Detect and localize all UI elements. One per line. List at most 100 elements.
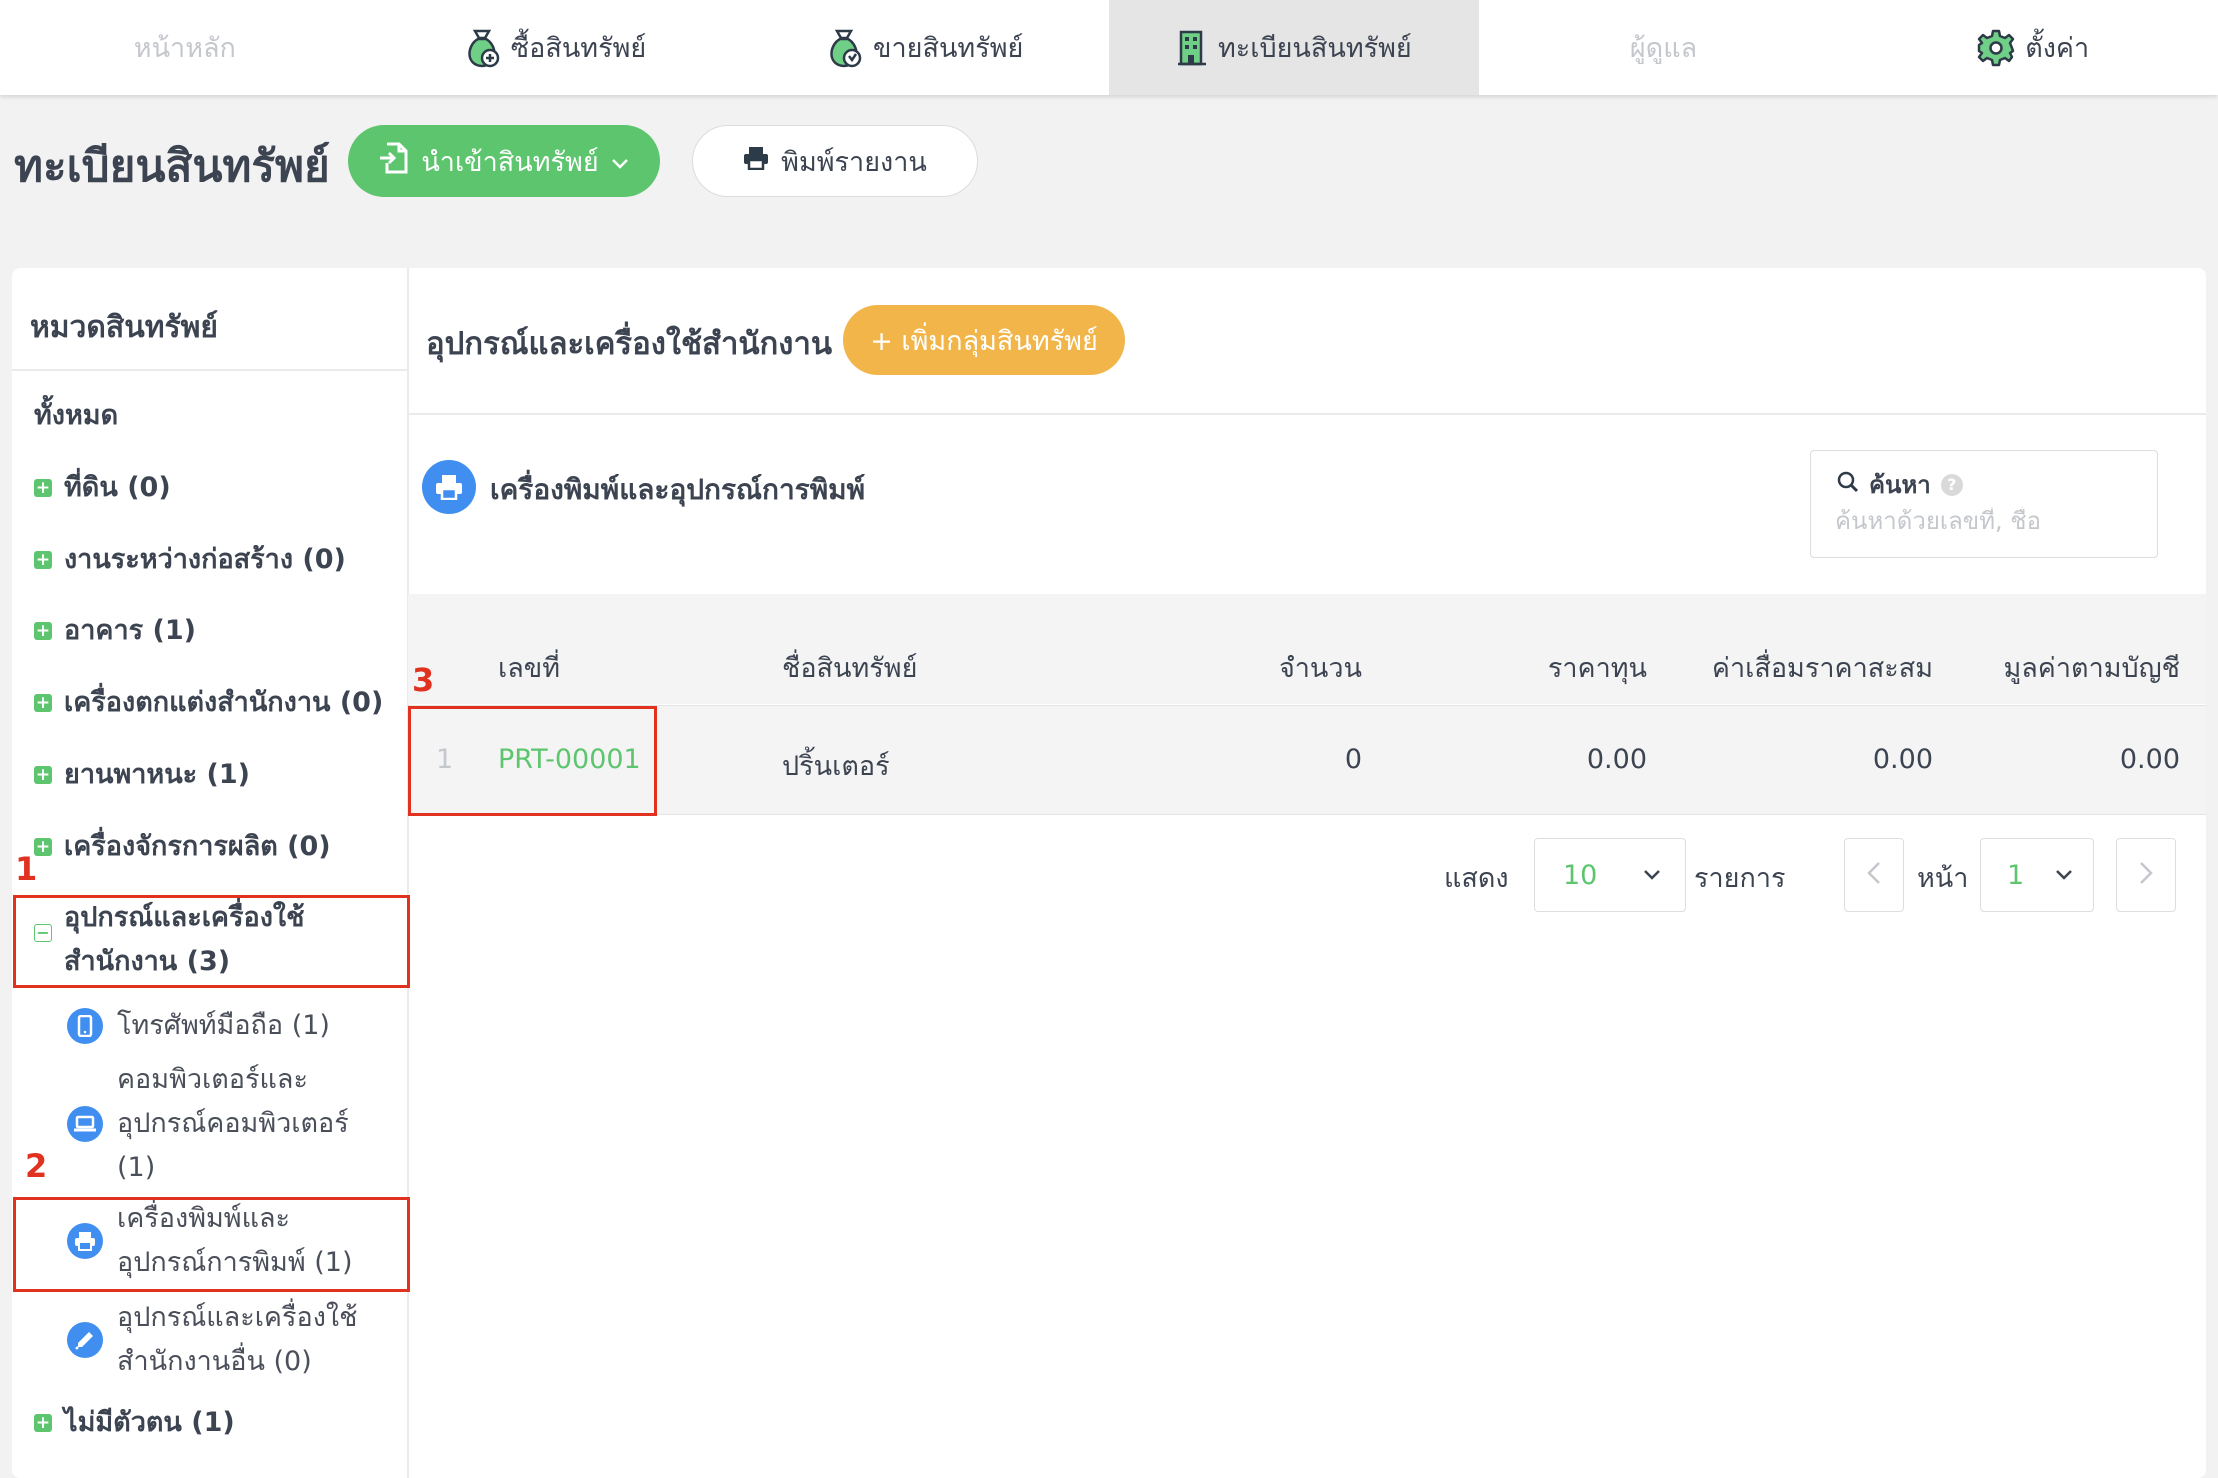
- page-number-select[interactable]: 1: [1980, 838, 2094, 912]
- subcategory-label-line1: อุปกรณ์และเครื่องใช้: [117, 1302, 358, 1333]
- chevron-right-icon: [2139, 858, 2153, 893]
- nav-settings[interactable]: ตั้งค่า: [1848, 0, 2218, 95]
- nav-custodian-label: ผู้ดูแล: [1629, 33, 1698, 64]
- category-all[interactable]: ทั้งหมด: [34, 394, 118, 438]
- sidebar-title: หมวดสินทรัพย์: [30, 310, 218, 345]
- money-bag-icon: [463, 27, 501, 69]
- chevron-down-icon: [2055, 866, 2073, 885]
- show-label: แสดง: [1444, 863, 1509, 894]
- subgroup-title: เครื่องพิมพ์และอุปกรณ์การพิมพ์: [490, 473, 866, 506]
- nav-buy-assets-label: ซื้อสินทรัพย์: [510, 33, 647, 64]
- subcategory-label: อุปกรณ์และเครื่องใช้ สำนักงานอื่น (0): [117, 1296, 357, 1384]
- category-construction-in-progress[interactable]: + งานระหว่างก่อสร้าง (0): [34, 538, 346, 582]
- page-number-value: 1: [2007, 859, 2025, 891]
- expand-plus-icon[interactable]: +: [34, 1414, 52, 1432]
- group-title: อุปกรณ์และเครื่องใช้สำนักงาน: [426, 326, 833, 362]
- annotation-box-1: [13, 895, 410, 988]
- category-label: ที่ดิน (0): [64, 472, 171, 503]
- nav-custodian[interactable]: ผู้ดูแล: [1479, 0, 1849, 95]
- table-row[interactable]: 1 PRT-00001 ปริ้นเตอร์ 0 0.00 0.00 0.00: [408, 705, 2206, 815]
- chevron-down-icon: [611, 146, 629, 177]
- category-label: ยานพาหนะ (1): [64, 759, 251, 790]
- column-header-accumulated-depreciation: ค่าเสื่อมราคาสะสม: [1711, 653, 1933, 684]
- building-icon: [1176, 29, 1208, 67]
- print-report-button[interactable]: พิมพ์รายงาน: [692, 125, 978, 197]
- laptop-icon: [67, 1106, 103, 1142]
- category-buildings[interactable]: + อาคาร (1): [34, 609, 196, 653]
- category-label: ไม่มีตัวตน (1): [64, 1407, 235, 1438]
- nav-sell-assets-label: ขายสินทรัพย์: [873, 33, 1024, 64]
- asset-accumulated-depreciation: 0.00: [1872, 744, 1933, 775]
- category-label: งานระหว่างก่อสร้าง (0): [64, 544, 346, 575]
- nav-buy-assets[interactable]: ซื้อสินทรัพย์: [370, 0, 740, 95]
- category-label: อาคาร (1): [64, 615, 196, 646]
- subcategory-label: โทรศัพท์มือถือ (1): [117, 1010, 330, 1041]
- import-assets-label: นำเข้าสินทรัพย์: [421, 146, 599, 178]
- category-land[interactable]: + ที่ดิน (0): [34, 466, 171, 510]
- annotation-number-1: 1: [15, 850, 38, 888]
- chevron-left-icon: [1867, 858, 1881, 893]
- nav-home-label: หน้าหลัก: [133, 33, 236, 64]
- category-intangible[interactable]: + ไม่มีตัวตน (1): [34, 1401, 235, 1445]
- nav-asset-register-label: ทะเบียนสินทรัพย์: [1217, 33, 1412, 64]
- print-report-label: พิมพ์รายงาน: [781, 146, 927, 178]
- page-label: หน้า: [1917, 863, 1969, 894]
- subcategory-computers[interactable]: คอมพิวเตอร์และ อุปกรณ์คอมพิวเตอร์ (1): [67, 1058, 349, 1190]
- nav-asset-register[interactable]: ทะเบียนสินทรัพย์: [1109, 0, 1479, 95]
- search-icon: [1837, 471, 1859, 499]
- search-input[interactable]: [1835, 507, 2135, 535]
- search-box: ค้นหา ?: [1810, 450, 2158, 558]
- asset-quantity: 0: [1344, 744, 1362, 775]
- add-asset-group-button[interactable]: + เพิ่มกลุ่มสินทรัพย์: [843, 305, 1125, 375]
- nav-sell-assets[interactable]: ขายสินทรัพย์: [739, 0, 1109, 95]
- divider: [408, 413, 2206, 415]
- gear-icon: [1977, 29, 2015, 67]
- expand-plus-icon[interactable]: +: [34, 694, 52, 712]
- expand-plus-icon[interactable]: +: [34, 551, 52, 569]
- printer-icon: [743, 146, 769, 177]
- expand-plus-icon[interactable]: +: [34, 479, 52, 497]
- subcategory-mobile-phones[interactable]: โทรศัพท์มือถือ (1): [67, 1004, 330, 1048]
- annotation-box-3: [408, 706, 657, 816]
- asset-name: ปริ้นเตอร์: [782, 751, 890, 782]
- nav-settings-label: ตั้งค่า: [2025, 33, 2090, 64]
- column-header-cost: ราคาทุน: [1547, 653, 1647, 684]
- subcategory-label-line2: อุปกรณ์คอมพิวเตอร์: [117, 1108, 349, 1139]
- column-header-name: ชื่อสินทรัพย์: [782, 653, 918, 684]
- page-size-select[interactable]: 10: [1534, 838, 1686, 912]
- asset-book-value: 0.00: [2119, 744, 2180, 775]
- annotation-number-2: 2: [25, 1147, 48, 1185]
- category-production-machinery[interactable]: + เครื่องจักรการผลิต (0): [34, 825, 331, 869]
- category-label: เครื่องจักรการผลิต (0): [64, 831, 331, 862]
- add-asset-group-label: + เพิ่มกลุ่มสินทรัพย์: [870, 325, 1098, 357]
- previous-page-button[interactable]: [1844, 838, 1904, 912]
- subcategory-label-line3: (1): [117, 1152, 156, 1183]
- help-icon[interactable]: ?: [1940, 473, 1963, 496]
- nav-home[interactable]: หน้าหลัก: [0, 0, 370, 95]
- annotation-number-3: 3: [412, 661, 435, 699]
- asset-cost: 0.00: [1586, 744, 1647, 775]
- search-label-group: ค้นหา ?: [1837, 465, 1963, 504]
- category-vehicles[interactable]: + ยานพาหนะ (1): [34, 753, 250, 797]
- search-label: ค้นหา: [1869, 471, 1931, 499]
- expand-plus-icon[interactable]: +: [34, 622, 52, 640]
- chevron-down-icon: [1643, 866, 1661, 885]
- page-title: ทะเบียนสินทรัพย์: [14, 141, 330, 192]
- subcategory-label: คอมพิวเตอร์และ อุปกรณ์คอมพิวเตอร์ (1): [117, 1058, 349, 1190]
- pen-icon: [67, 1322, 103, 1358]
- file-import-icon: [379, 142, 409, 181]
- subcategory-other-office-equipment[interactable]: อุปกรณ์และเครื่องใช้ สำนักงานอื่น (0): [67, 1296, 357, 1384]
- divider: [12, 369, 407, 371]
- column-header-code: เลขที่: [498, 653, 561, 684]
- table-header: เลขที่ ชื่อสินทรัพย์ จำนวน ราคาทุน ค่าเส…: [408, 594, 2206, 704]
- subcategory-label-line1: คอมพิวเตอร์และ: [117, 1064, 308, 1095]
- items-label: รายการ: [1694, 863, 1786, 894]
- import-assets-button[interactable]: นำเข้าสินทรัพย์: [348, 125, 660, 197]
- category-office-furniture[interactable]: + เครื่องตกแต่งสำนักงาน (0): [34, 681, 383, 725]
- category-all-label: ทั้งหมด: [34, 400, 119, 431]
- annotation-box-2: [13, 1197, 410, 1292]
- subcategory-label-line2: สำนักงานอื่น (0): [117, 1346, 312, 1377]
- expand-plus-icon[interactable]: +: [34, 766, 52, 784]
- money-bag-icon: [825, 27, 863, 69]
- next-page-button[interactable]: [2116, 838, 2176, 912]
